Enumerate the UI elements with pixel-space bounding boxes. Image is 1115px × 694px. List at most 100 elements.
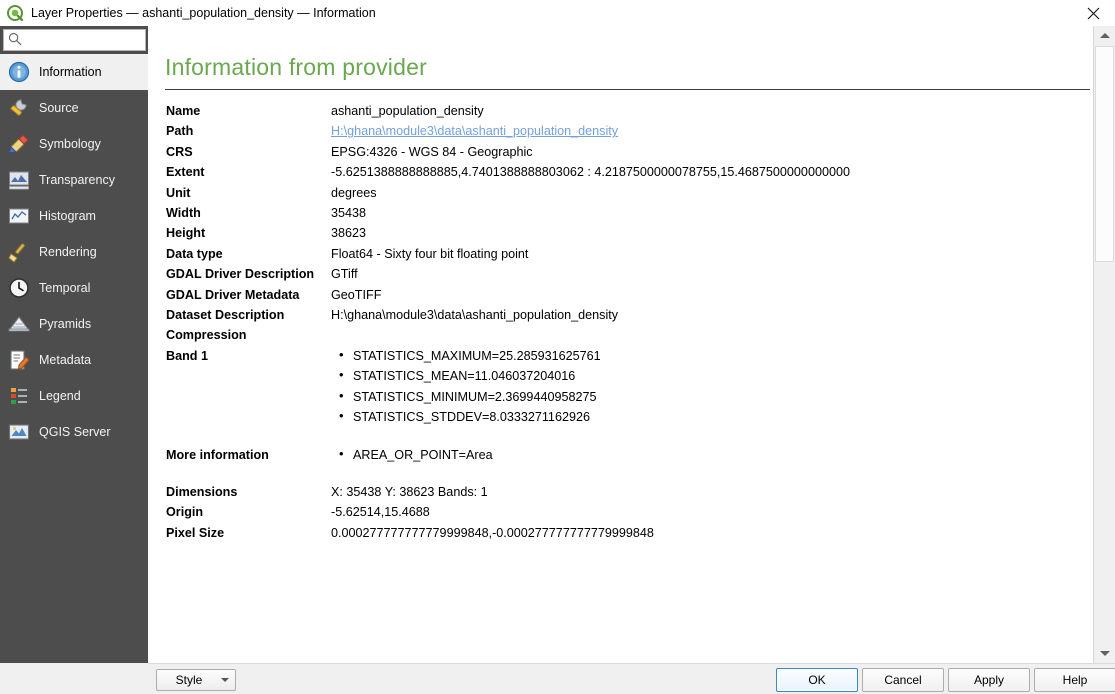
table-row: GDAL Driver Metadata GeoTIFF	[166, 285, 850, 305]
table-row: Path H:\ghana\module3\data\ashanti_popul…	[166, 121, 850, 141]
list-item: AREA_OR_POINT=Area	[339, 443, 850, 465]
row-label: More information	[166, 447, 269, 462]
search-box[interactable]	[3, 29, 146, 51]
table-row: Compression	[166, 325, 850, 345]
table-row: Band 1 STATISTICS_MAXIMUM=25.28593162576…	[166, 345, 850, 428]
table-row: Dataset Description H:\ghana\module3\dat…	[166, 305, 850, 325]
sidebar-item-label: Symbology	[39, 137, 101, 151]
row-label: Data type	[166, 246, 223, 261]
sidebar-item-temporal[interactable]: Temporal	[0, 270, 148, 306]
sidebar-item-histogram[interactable]: Histogram	[0, 198, 148, 234]
broom-icon	[6, 239, 32, 265]
sidebar-item-label: Pyramids	[39, 317, 92, 331]
row-label: Name	[166, 104, 201, 118]
row-label: Origin	[166, 505, 204, 520]
row-label: CRS	[166, 144, 193, 159]
sidebar-item-label: QGIS Server	[39, 425, 111, 439]
more-information-list: AREA_OR_POINT=Area	[331, 443, 850, 465]
row-value: 35438	[331, 206, 367, 221]
search-input[interactable]	[24, 33, 139, 47]
row-value: -5.6251388888888885,4.7401388888803062 :…	[331, 165, 850, 180]
scroll-down-icon[interactable]	[1094, 644, 1115, 663]
sidebar-search-area	[0, 26, 148, 54]
sidebar-item-list: Information Source Symbology Transparenc…	[0, 54, 148, 450]
table-row: GDAL Driver Description GTiff	[166, 264, 850, 284]
bottom-left-filler	[0, 663, 148, 694]
row-label: GDAL Driver Metadata	[166, 287, 300, 302]
help-button[interactable]: Help	[1034, 668, 1115, 692]
row-value: 38623	[331, 226, 367, 241]
paintbrush-icon	[6, 131, 32, 157]
table-row: Data type Float64 - Sixty four bit float…	[166, 244, 850, 264]
style-button-label: Style	[175, 673, 203, 687]
table-row: Dimensions X: 35438 Y: 38623 Bands: 1	[166, 482, 850, 502]
sidebar-item-rendering[interactable]: Rendering	[0, 234, 148, 270]
title-divider	[165, 89, 1090, 90]
sidebar-item-symbology[interactable]: Symbology	[0, 126, 148, 162]
chevron-down-icon	[221, 678, 229, 682]
sidebar-item-label: Metadata	[39, 353, 92, 367]
scrollbar-thumb[interactable]	[1095, 46, 1114, 262]
row-label: Unit	[166, 185, 191, 200]
ok-button[interactable]: OK	[776, 668, 858, 692]
row-value: AREA_OR_POINT=Area	[331, 443, 850, 465]
sidebar-item-label: Histogram	[39, 209, 96, 223]
scroll-up-icon[interactable]	[1094, 26, 1115, 45]
table-row: Name ashanti_population_density	[166, 101, 850, 121]
row-label: Band 1	[166, 348, 208, 363]
row-label: Dataset Description	[166, 308, 285, 323]
sidebar-item-label: Information	[39, 65, 102, 79]
table-row: Unit degrees	[166, 183, 850, 203]
provider-info-table: Name ashanti_population_density Path H:\…	[166, 101, 1091, 543]
metadata-icon	[6, 347, 32, 373]
row-value: degrees	[331, 185, 377, 200]
sidebar-item-label: Temporal	[39, 281, 91, 295]
list-item: STATISTICS_MAXIMUM=25.285931625761	[339, 345, 850, 366]
table-row: Origin -5.62514,15.4688	[166, 502, 850, 522]
pyramid-icon	[6, 311, 32, 337]
close-icon[interactable]	[1071, 0, 1115, 26]
apply-button[interactable]: Apply	[948, 668, 1030, 692]
row-value: STATISTICS_MAXIMUM=25.285931625761 STATI…	[331, 345, 850, 428]
sidebar-item-pyramids[interactable]: Pyramids	[0, 306, 148, 342]
sidebar-item-legend[interactable]: Legend	[0, 378, 148, 414]
row-label: GDAL Driver Description	[166, 267, 315, 282]
table-row: CRS EPSG:4326 - WGS 84 - Geographic	[166, 142, 850, 162]
row-value: EPSG:4326 - WGS 84 - Geographic	[331, 144, 533, 159]
list-item: STATISTICS_MEAN=11.046037204016	[339, 365, 850, 386]
list-item: STATISTICS_MINIMUM=2.3699440958275	[339, 386, 850, 407]
wrench-icon	[6, 95, 32, 121]
path-link[interactable]: H:\ghana\module3\data\ashanti_population…	[331, 124, 618, 138]
row-value: GTiff	[331, 267, 358, 282]
sidebar-item-label: Rendering	[39, 245, 97, 259]
sidebar-item-transparency[interactable]: Transparency	[0, 162, 148, 198]
sidebar-item-metadata[interactable]: Metadata	[0, 342, 148, 378]
table-row: Height 38623	[166, 223, 850, 243]
sidebar-item-label: Source	[39, 101, 79, 115]
information-panel: Information from provider Name ashanti_p…	[148, 26, 1093, 663]
dialog-buttonbar: Style OK Cancel Apply Help	[148, 663, 1115, 694]
transparency-icon	[6, 167, 32, 193]
row-value: H:\ghana\module3\data\ashanti_population…	[331, 308, 619, 323]
row-value: ashanti_population_density	[331, 104, 484, 118]
window-title: Layer Properties — ashanti_population_de…	[31, 6, 376, 20]
sidebar-item-label: Legend	[39, 389, 81, 403]
sidebar-item-label: Transparency	[39, 173, 115, 187]
band1-statistics-list: STATISTICS_MAXIMUM=25.285931625761 STATI…	[331, 345, 850, 428]
sidebar-item-source[interactable]: Source	[0, 90, 148, 126]
sidebar: Information Source Symbology Transparenc…	[0, 26, 148, 663]
style-button[interactable]: Style	[156, 669, 236, 691]
row-label: Pixel Size	[166, 525, 225, 540]
cancel-button[interactable]: Cancel	[862, 668, 944, 692]
row-value: GeoTIFF	[331, 287, 382, 302]
row-spacer	[166, 465, 850, 482]
window-titlebar: Layer Properties — ashanti_population_de…	[0, 0, 1115, 26]
vertical-scrollbar[interactable]	[1093, 26, 1115, 663]
row-value: -5.62514,15.4688	[331, 505, 430, 520]
row-value	[331, 325, 850, 345]
sidebar-item-information[interactable]: Information	[0, 54, 148, 90]
row-label: Extent	[166, 165, 205, 180]
row-label: Dimensions	[166, 484, 238, 499]
page-title: Information from provider	[165, 54, 427, 80]
sidebar-item-qgis-server[interactable]: QGIS Server	[0, 414, 148, 450]
